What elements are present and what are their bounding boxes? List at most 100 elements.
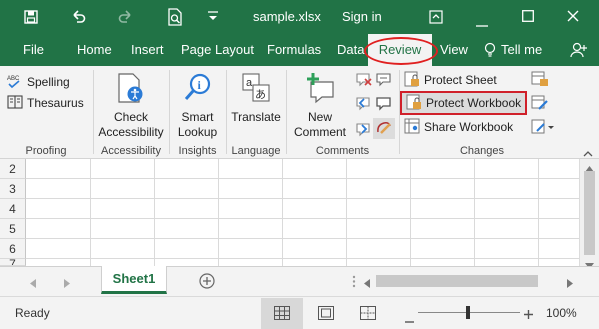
new-comment-button[interactable]: New Comment xyxy=(287,72,353,140)
normal-view-icon xyxy=(274,306,290,323)
hscroll-left-icon[interactable] xyxy=(364,277,370,291)
accessibility-icon xyxy=(116,72,146,108)
thesaurus-icon xyxy=(7,94,23,112)
sheet-tab-sheet1[interactable]: Sheet1 xyxy=(101,266,167,294)
vertical-scroll-thumb[interactable] xyxy=(584,171,595,255)
maximize-icon[interactable] xyxy=(522,10,534,25)
minimize-icon[interactable] xyxy=(476,16,488,30)
previous-comment-icon[interactable] xyxy=(355,96,373,115)
smart-lookup-line1: Smart xyxy=(181,110,214,124)
tab-split-handle-icon[interactable] xyxy=(352,275,356,291)
zoom-in-icon[interactable] xyxy=(524,308,533,322)
row-header[interactable]: 5 xyxy=(0,219,26,239)
tab-view[interactable]: View xyxy=(440,34,468,66)
tab-review[interactable]: Review xyxy=(368,34,432,66)
tab-formulas[interactable]: Formulas xyxy=(267,34,321,66)
save-icon[interactable] xyxy=(24,10,38,27)
tab-data[interactable]: Data xyxy=(337,34,364,66)
translate-label: Translate xyxy=(231,110,281,124)
share-workbook-button[interactable]: Share Workbook xyxy=(404,117,513,137)
protect-workbook-button[interactable]: Protect Workbook xyxy=(400,91,528,115)
language-group-label: Language xyxy=(231,145,281,157)
dropdown-icon[interactable] xyxy=(207,10,219,27)
next-comment-icon[interactable] xyxy=(355,122,373,141)
group-accessibility: Check Accessibility Accessibility xyxy=(94,66,168,159)
show-comment-icon[interactable] xyxy=(375,72,393,91)
ribbon-tab-bar: File Home Insert Page Layout Formulas Da… xyxy=(0,34,599,66)
svg-text:あ: あ xyxy=(255,88,266,101)
protect-sheet-icon xyxy=(404,71,420,90)
sheet-tab-label: Sheet1 xyxy=(112,271,156,286)
hscroll-right-icon[interactable] xyxy=(567,277,573,291)
print-preview-icon[interactable] xyxy=(167,8,183,29)
signin-link[interactable]: Sign in xyxy=(342,0,382,34)
check-accessibility-line1: Check xyxy=(113,110,148,124)
comments-group-label: Comments xyxy=(315,145,370,157)
thesaurus-button[interactable]: Thesaurus xyxy=(7,93,84,113)
document-title: sample.xlsx xyxy=(253,9,321,24)
redo-icon[interactable] xyxy=(118,9,134,28)
tab-insert[interactable]: Insert xyxy=(131,34,164,66)
check-accessibility-line2: Accessibility xyxy=(98,125,164,139)
show-all-comments-icon[interactable] xyxy=(375,96,393,115)
protect-sheet-button[interactable]: Protect Sheet xyxy=(404,70,497,90)
horizontal-scroll-thumb[interactable] xyxy=(376,275,538,287)
row-header[interactable]: 3 xyxy=(0,179,26,199)
page-layout-view-icon[interactable] xyxy=(318,306,334,323)
translate-icon: aあ xyxy=(241,72,271,108)
show-ink-icon[interactable] xyxy=(373,118,395,139)
zoom-slider-thumb[interactable] xyxy=(466,306,470,319)
group-proofing: ABC Spelling Thesaurus Proofing xyxy=(0,66,92,159)
vertical-scrollbar[interactable] xyxy=(579,159,599,269)
group-language: aあ Translate Language xyxy=(227,66,285,159)
worksheet-grid[interactable]: 2 3 4 5 6 7 xyxy=(0,159,599,269)
tab-page-layout[interactable]: Page Layout xyxy=(181,34,254,66)
normal-view-button[interactable] xyxy=(261,298,303,329)
status-text: Ready xyxy=(15,306,50,320)
tab-file[interactable]: File xyxy=(23,34,44,66)
changes-group-label: Changes xyxy=(459,145,505,157)
share-workbook-label: Share Workbook xyxy=(424,120,514,134)
thesaurus-label: Thesaurus xyxy=(27,96,84,110)
smart-lookup-icon: i xyxy=(183,72,213,108)
collapse-ribbon-icon[interactable] xyxy=(583,146,593,160)
protect-sheet-label: Protect Sheet xyxy=(424,73,497,87)
title-bar: sample.xlsx Sign in xyxy=(0,0,599,34)
ribbon-display-icon[interactable] xyxy=(429,10,443,27)
row-header[interactable]: 6 xyxy=(0,239,26,259)
protect-share-icon[interactable] xyxy=(531,71,549,90)
track-changes-icon[interactable] xyxy=(531,119,557,138)
scroll-tabs-left-icon[interactable] xyxy=(30,277,36,291)
sheet-tab-strip: Sheet1 xyxy=(0,266,599,296)
group-changes: Protect Sheet Protect Workbook Share Wor… xyxy=(400,66,564,159)
zoom-out-icon[interactable] xyxy=(405,312,414,326)
delete-comment-icon[interactable] xyxy=(355,72,373,91)
row-header[interactable]: 4 xyxy=(0,199,26,219)
zoom-level[interactable]: 100% xyxy=(546,306,577,320)
add-sheet-icon[interactable] xyxy=(199,273,215,292)
scroll-tabs-right-icon[interactable] xyxy=(64,277,70,291)
check-accessibility-button[interactable]: Check Accessibility xyxy=(94,72,168,140)
group-comments: New Comment Comments xyxy=(287,66,398,159)
row-header[interactable]: 2 xyxy=(0,159,26,179)
tell-me-search[interactable]: Tell me xyxy=(501,34,542,66)
status-bar: Ready 100% xyxy=(0,296,599,329)
page-break-view-icon[interactable] xyxy=(360,306,376,323)
spelling-button[interactable]: ABC Spelling xyxy=(7,72,70,92)
undo-icon[interactable] xyxy=(70,9,86,28)
group-insights: i Smart Lookup Insights xyxy=(170,66,225,159)
proofing-group-label: Proofing xyxy=(25,145,67,157)
row-header[interactable]: 7 xyxy=(0,259,26,266)
smart-lookup-button[interactable]: i Smart Lookup xyxy=(170,72,225,140)
svg-text:a: a xyxy=(246,77,253,89)
close-icon[interactable] xyxy=(567,10,579,25)
new-comment-line1: New xyxy=(307,110,332,124)
allow-edit-ranges-icon[interactable] xyxy=(531,95,549,114)
translate-button[interactable]: aあ Translate xyxy=(227,72,285,125)
share-user-icon[interactable] xyxy=(570,42,588,61)
protect-workbook-icon xyxy=(406,94,422,113)
spelling-icon: ABC xyxy=(7,73,23,92)
ribbon: ABC Spelling Thesaurus Proofing Check Ac… xyxy=(0,66,599,159)
insights-group-label: Insights xyxy=(178,145,217,157)
tab-home[interactable]: Home xyxy=(77,34,112,66)
